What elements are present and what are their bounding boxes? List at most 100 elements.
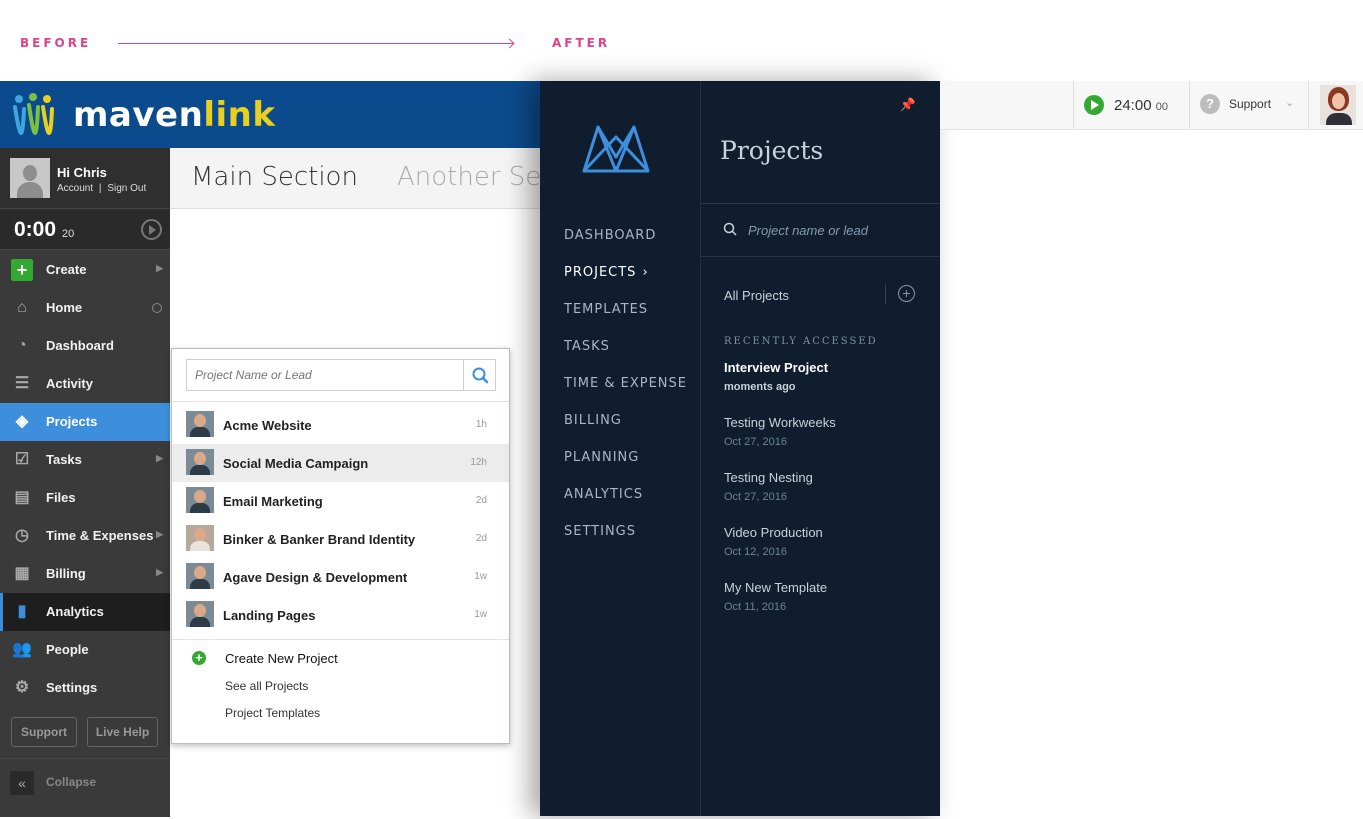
project-name: Testing Nesting [724,470,813,485]
rail-item-projects[interactable]: PROJECTS › [564,265,687,302]
support-button[interactable]: Support [11,717,77,747]
account-link[interactable]: Account [57,183,93,194]
live-help-button[interactable]: Live Help [87,717,158,747]
divider [701,256,940,257]
list-item[interactable]: Landing Pages 1w [172,596,509,634]
sidebar-item-projects[interactable]: ◈ Projects [0,403,170,441]
sidebar-item-label: Billing [46,566,86,581]
collapse-button[interactable]: « Collapse [0,758,170,817]
list-item[interactable]: Social Media Campaign 12h [172,444,509,482]
top-bar: 24:00 00 ? Support ⌄ [940,81,1363,130]
recent-project-item[interactable]: My New Template Oct 11, 2016 [724,580,827,613]
nav-list: + Create ▶ ⌂ Home ◔ Dashboard ☰ Activity… [0,251,170,707]
sidebar-item-label: Projects [46,414,98,429]
rail-item-settings[interactable]: SETTINGS [564,524,687,561]
billing-icon: ▦ [14,565,30,582]
project-time: 1w [474,571,487,582]
rail-item-label: PLANNING [564,450,640,465]
search-button[interactable] [463,360,495,390]
nav-rail: DASHBOARD PROJECTS › TEMPLATES TASKS TIME… [540,81,701,816]
recent-project-item[interactable]: Testing Nesting Oct 27, 2016 [724,470,813,503]
project-search [186,359,496,391]
project-search-input[interactable]: Project name or lead [748,223,868,238]
sidebar-item-settings[interactable]: ⚙ Settings [0,669,170,707]
sidebar-item-billing[interactable]: ▦ Billing ▶ [0,555,170,593]
recent-project-item[interactable]: Testing Workweeks Oct 27, 2016 [724,415,836,448]
avatar[interactable] [1320,85,1356,125]
rail-item-label: TEMPLATES [564,302,649,317]
all-projects-link[interactable]: All Projects [724,288,789,303]
rail-item-label: BILLING [564,413,622,428]
gear-icon: ⚙ [14,679,30,696]
recent-project-item[interactable]: Interview Project moments ago [724,360,828,393]
rail-item-tasks[interactable]: TASKS [564,339,687,376]
project-date: Oct 12, 2016 [724,546,787,558]
search-icon [472,367,489,384]
logo-link: link [203,95,276,135]
list-item[interactable]: Agave Design & Development 1w [172,558,509,596]
chevron-right-icon: ▶ [156,453,163,463]
sidebar-item-analytics[interactable]: ▮ Analytics [0,593,170,631]
tab-main-section[interactable]: Main Section [191,162,358,192]
list-item[interactable]: Acme Website 1h [172,406,509,444]
avatar-shirt [1326,113,1352,125]
double-chevron-left-icon: « [10,771,34,795]
avatar[interactable] [10,158,50,198]
project-date: moments ago [724,381,796,393]
search-input[interactable] [187,360,463,390]
sidebar-item-files[interactable]: ▤ Files [0,479,170,517]
sidebar-item-dashboard[interactable]: ◔ Dashboard [0,327,170,365]
recent-project-item[interactable]: Video Production Oct 12, 2016 [724,525,823,558]
sidebar-item-activity[interactable]: ☰ Activity [0,365,170,403]
rail-item-templates[interactable]: TEMPLATES [564,302,687,339]
timer: 0:00 20 [0,208,170,250]
sidebar-item-label: Settings [46,680,98,695]
search-icon [723,222,737,236]
add-project-icon[interactable]: + [898,285,915,302]
timer-play-icon[interactable] [141,219,162,240]
help-icon[interactable]: ? [1200,94,1220,114]
recently-accessed-heading: RECENTLY ACCESSED [724,336,878,347]
help-buttons: Support Live Help [0,709,170,749]
people-icon: 👥 [12,641,32,658]
rail-item-label: PROJECTS [564,265,637,280]
support-menu[interactable]: Support [1229,97,1271,111]
project-time: 2d [475,495,487,506]
chevron-right-icon: ▶ [156,263,163,273]
plus-circle-icon[interactable]: + [192,651,206,665]
list-item[interactable]: Binker & Banker Brand Identity 2d [172,520,509,558]
project-name: Binker & Banker Brand Identity [223,532,416,547]
sign-out-link[interactable]: Sign Out [107,183,146,194]
create-new-project-link[interactable]: Create New Project [225,651,338,666]
tab-another-section[interactable]: Another Section [397,162,540,192]
timer-value: 0:00 [14,218,57,241]
project-name: Social Media Campaign [223,456,369,471]
rail-item-analytics[interactable]: ANALYTICS [564,487,687,524]
timer-play-icon[interactable] [1084,95,1104,115]
sidebar-item-create[interactable]: + Create ▶ [0,251,170,289]
sidebar-item-tasks[interactable]: ☑ Tasks ▶ [0,441,170,479]
sidebar-item-label: Create [46,262,87,277]
pin-icon[interactable]: 📌 [900,97,916,113]
chevron-right-icon: ▶ [156,567,163,577]
rail-item-planning[interactable]: PLANNING [564,450,687,487]
brand-bar: mavenlink [0,81,540,148]
sidebar-item-label: Files [46,490,76,505]
rail-item-billing[interactable]: BILLING [564,413,687,450]
project-templates-link[interactable]: Project Templates [225,706,320,720]
plus-icon: + [11,259,33,281]
see-all-projects-link[interactable]: See all Projects [225,679,308,693]
sidebar-item-home[interactable]: ⌂ Home [0,289,170,327]
sidebar-item-time-expenses[interactable]: ◷ Time & Expenses ▶ [0,517,170,555]
sidebar-item-label: People [46,642,89,657]
collapse-label: Collapse [46,775,97,789]
rail-item-time-expense[interactable]: TIME & EXPENSE [564,376,687,413]
project-name: Testing Workweeks [724,415,836,430]
mavenlink-m-logo-icon[interactable] [580,123,652,175]
account-links: Account | Sign Out [57,183,146,194]
list-item[interactable]: Email Marketing 2d [172,482,509,520]
mavenlink-logo[interactable]: mavenlink [73,95,275,135]
rail-item-dashboard[interactable]: DASHBOARD [564,228,687,265]
chevron-down-icon[interactable]: ⌄ [1285,96,1294,109]
sidebar-item-people[interactable]: 👥 People [0,631,170,669]
